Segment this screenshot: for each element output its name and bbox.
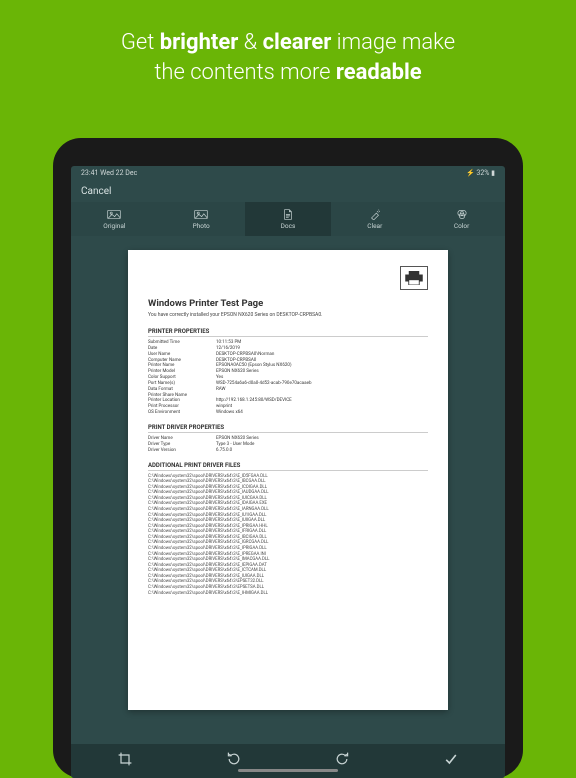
section-printer-props: PRINTER PROPERTIES <box>148 328 428 337</box>
property-row: OS EnvironmentWindows x64 <box>148 410 428 416</box>
crop-button[interactable] <box>117 751 133 771</box>
document-page: Windows Printer Test Page You have corre… <box>128 250 448 710</box>
tab-clear[interactable]: Clear <box>331 202 418 236</box>
tab-photo[interactable]: Photo <box>158 202 245 236</box>
screen: 23:41 Wed 22 Dec ⚡ 32% ▮ Cancel Original… <box>71 166 505 778</box>
home-indicator[interactable] <box>238 769 338 772</box>
marketing-headline: Get brighter & clearer image make the co… <box>0 0 576 111</box>
tab-color[interactable]: Color <box>418 202 505 236</box>
cancel-button[interactable]: Cancel <box>81 186 495 197</box>
filter-tabs: Original Photo Docs Clear Color <box>71 202 505 236</box>
section-driver-props: PRINT DRIVER PROPERTIES <box>148 424 428 433</box>
rotate-right-button[interactable] <box>334 751 350 771</box>
file-path: C:\Windows\system32\spool\DRIVERS\x64\3\… <box>148 591 428 597</box>
status-time: 23:41 Wed 22 Dec <box>81 169 137 177</box>
top-bar: Cancel <box>71 180 505 202</box>
property-row: Driver Version6.75.0.0 <box>148 448 428 454</box>
doc-subtitle: You have correctly installed your EPSON … <box>148 312 428 318</box>
confirm-button[interactable] <box>443 751 459 771</box>
doc-title: Windows Printer Test Page <box>148 298 428 309</box>
document-canvas[interactable]: Windows Printer Test Page You have corre… <box>71 236 505 744</box>
rotate-left-button[interactable] <box>226 751 242 771</box>
tablet-frame: 23:41 Wed 22 Dec ⚡ 32% ▮ Cancel Original… <box>53 138 523 778</box>
printer-icon <box>400 266 428 290</box>
bottom-toolbar <box>71 744 505 778</box>
tab-docs[interactable]: Docs <box>245 202 332 236</box>
tab-original[interactable]: Original <box>71 202 158 236</box>
status-battery: ⚡ 32% ▮ <box>466 169 495 177</box>
status-bar: 23:41 Wed 22 Dec ⚡ 32% ▮ <box>71 166 505 180</box>
section-additional-files: ADDITIONAL PRINT DRIVER FILES <box>148 462 428 471</box>
